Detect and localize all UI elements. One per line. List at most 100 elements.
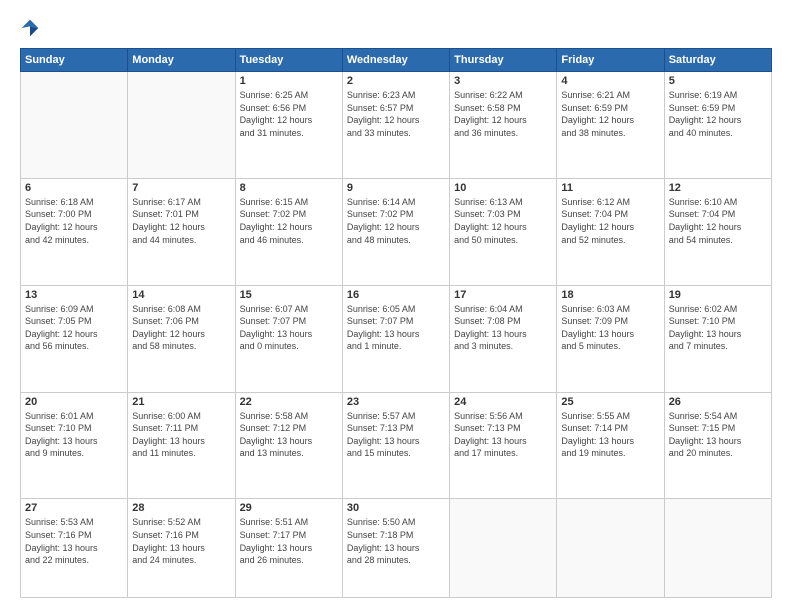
day-info: Sunrise: 5:55 AM Sunset: 7:14 PM Dayligh…	[561, 410, 659, 460]
day-info: Sunrise: 6:00 AM Sunset: 7:11 PM Dayligh…	[132, 410, 230, 460]
day-number: 25	[561, 396, 659, 408]
day-number: 16	[347, 289, 445, 301]
day-number: 2	[347, 75, 445, 87]
day-number: 18	[561, 289, 659, 301]
page: SundayMondayTuesdayWednesdayThursdayFrid…	[0, 0, 792, 612]
day-number: 30	[347, 502, 445, 514]
calendar-cell: 22 Sunrise: 5:58 AM Sunset: 7:12 PM Dayli…	[235, 392, 342, 499]
day-info: Sunrise: 5:57 AM Sunset: 7:13 PM Dayligh…	[347, 410, 445, 460]
logo	[20, 18, 44, 38]
day-info: Sunrise: 5:54 AM Sunset: 7:15 PM Dayligh…	[669, 410, 767, 460]
day-number: 17	[454, 289, 552, 301]
calendar-cell: 23Sunrise: 5:57 AM Sunset: 7:13 PM Dayli…	[342, 392, 449, 499]
day-number: 10	[454, 182, 552, 194]
calendar-cell: 30 Sunrise: 5:50 AM Sunset: 7:18 PM Dayli…	[342, 499, 449, 598]
day-info: Sunrise: 6:02 AM Sunset: 7:10 PM Dayligh…	[669, 303, 767, 353]
calendar-cell: 12 Sunrise: 6:10 AM Sunset: 7:04 PM Dayli…	[664, 178, 771, 285]
calendar-cell: 6 Sunrise: 6:18 AM Sunset: 7:00 PM Daylig…	[21, 178, 128, 285]
day-info: Sunrise: 6:01 AM Sunset: 7:10 PM Dayligh…	[25, 410, 123, 460]
calendar-cell: 2Sunrise: 6:23 AM Sunset: 6:57 PM Daylig…	[342, 72, 449, 179]
day-number: 14	[132, 289, 230, 301]
calendar-cell: 9 Sunrise: 6:14 AM Sunset: 7:02 PM Daylig…	[342, 178, 449, 285]
day-number: 20	[25, 396, 123, 408]
day-number: 19	[669, 289, 767, 301]
calendar-cell: 5 Sunrise: 6:19 AM Sunset: 6:59 PM Daylig…	[664, 72, 771, 179]
day-number: 5	[669, 75, 767, 87]
day-info: Sunrise: 6:17 AM Sunset: 7:01 PM Dayligh…	[132, 196, 230, 246]
day-number: 12	[669, 182, 767, 194]
day-number: 11	[561, 182, 659, 194]
logo-icon	[20, 18, 40, 38]
day-info: Sunrise: 5:51 AM Sunset: 7:17 PM Dayligh…	[240, 516, 338, 566]
day-number: 8	[240, 182, 338, 194]
day-info: Sunrise: 6:07 AM Sunset: 7:07 PM Dayligh…	[240, 303, 338, 353]
day-info: Sunrise: 6:18 AM Sunset: 7:00 PM Dayligh…	[25, 196, 123, 246]
calendar-cell	[664, 499, 771, 598]
day-info: Sunrise: 5:50 AM Sunset: 7:18 PM Dayligh…	[347, 516, 445, 566]
calendar-cell: 13 Sunrise: 6:09 AM Sunset: 7:05 PM Dayli…	[21, 285, 128, 392]
day-number: 27	[25, 502, 123, 514]
day-info: Sunrise: 6:15 AM Sunset: 7:02 PM Dayligh…	[240, 196, 338, 246]
day-info: Sunrise: 6:13 AM Sunset: 7:03 PM Dayligh…	[454, 196, 552, 246]
calendar-cell: 28Sunrise: 5:52 AM Sunset: 7:16 PM Dayli…	[128, 499, 235, 598]
day-number: 13	[25, 289, 123, 301]
day-number: 22	[240, 396, 338, 408]
week-row-2: 6 Sunrise: 6:18 AM Sunset: 7:00 PM Daylig…	[21, 178, 772, 285]
day-info: Sunrise: 6:04 AM Sunset: 7:08 PM Dayligh…	[454, 303, 552, 353]
day-info: Sunrise: 6:19 AM Sunset: 6:59 PM Dayligh…	[669, 89, 767, 139]
day-info: Sunrise: 6:08 AM Sunset: 7:06 PM Dayligh…	[132, 303, 230, 353]
weekday-thursday: Thursday	[450, 49, 557, 72]
calendar-cell: 19 Sunrise: 6:02 AM Sunset: 7:10 PM Dayli…	[664, 285, 771, 392]
calendar-cell	[21, 72, 128, 179]
calendar-cell	[128, 72, 235, 179]
day-number: 3	[454, 75, 552, 87]
weekday-tuesday: Tuesday	[235, 49, 342, 72]
day-info: Sunrise: 5:58 AM Sunset: 7:12 PM Dayligh…	[240, 410, 338, 460]
header	[20, 18, 772, 38]
day-number: 9	[347, 182, 445, 194]
weekday-monday: Monday	[128, 49, 235, 72]
day-info: Sunrise: 5:56 AM Sunset: 7:13 PM Dayligh…	[454, 410, 552, 460]
calendar-cell: 25 Sunrise: 5:55 AM Sunset: 7:14 PM Dayli…	[557, 392, 664, 499]
calendar-table: SundayMondayTuesdayWednesdayThursdayFrid…	[20, 48, 772, 598]
day-number: 4	[561, 75, 659, 87]
calendar-cell: 21 Sunrise: 6:00 AM Sunset: 7:11 PM Dayli…	[128, 392, 235, 499]
day-info: Sunrise: 6:05 AM Sunset: 7:07 PM Dayligh…	[347, 303, 445, 353]
calendar-cell: 3Sunrise: 6:22 AM Sunset: 6:58 PM Daylig…	[450, 72, 557, 179]
day-info: Sunrise: 6:12 AM Sunset: 7:04 PM Dayligh…	[561, 196, 659, 246]
calendar-cell: 18Sunrise: 6:03 AM Sunset: 7:09 PM Dayli…	[557, 285, 664, 392]
weekday-wednesday: Wednesday	[342, 49, 449, 72]
calendar-cell	[557, 499, 664, 598]
week-row-5: 27 Sunrise: 5:53 AM Sunset: 7:16 PM Dayli…	[21, 499, 772, 598]
day-info: Sunrise: 6:10 AM Sunset: 7:04 PM Dayligh…	[669, 196, 767, 246]
calendar-cell: 10 Sunrise: 6:13 AM Sunset: 7:03 PM Dayli…	[450, 178, 557, 285]
calendar-cell: 17 Sunrise: 6:04 AM Sunset: 7:08 PM Dayli…	[450, 285, 557, 392]
day-number: 7	[132, 182, 230, 194]
calendar-cell: 27 Sunrise: 5:53 AM Sunset: 7:16 PM Dayli…	[21, 499, 128, 598]
day-info: Sunrise: 6:14 AM Sunset: 7:02 PM Dayligh…	[347, 196, 445, 246]
day-info: Sunrise: 5:52 AM Sunset: 7:16 PM Dayligh…	[132, 516, 230, 566]
weekday-header-row: SundayMondayTuesdayWednesdayThursdayFrid…	[21, 49, 772, 72]
calendar-cell: 24 Sunrise: 5:56 AM Sunset: 7:13 PM Dayli…	[450, 392, 557, 499]
day-number: 26	[669, 396, 767, 408]
day-info: Sunrise: 6:25 AM Sunset: 6:56 PM Dayligh…	[240, 89, 338, 139]
week-row-1: 1 Sunrise: 6:25 AM Sunset: 6:56 PM Daylig…	[21, 72, 772, 179]
day-info: Sunrise: 5:53 AM Sunset: 7:16 PM Dayligh…	[25, 516, 123, 566]
week-row-4: 20 Sunrise: 6:01 AM Sunset: 7:10 PM Dayli…	[21, 392, 772, 499]
calendar-cell: 1 Sunrise: 6:25 AM Sunset: 6:56 PM Daylig…	[235, 72, 342, 179]
day-number: 6	[25, 182, 123, 194]
calendar-cell: 8 Sunrise: 6:15 AM Sunset: 7:02 PM Daylig…	[235, 178, 342, 285]
calendar-cell: 26 Sunrise: 5:54 AM Sunset: 7:15 PM Dayli…	[664, 392, 771, 499]
calendar-cell: 15Sunrise: 6:07 AM Sunset: 7:07 PM Dayli…	[235, 285, 342, 392]
day-info: Sunrise: 6:09 AM Sunset: 7:05 PM Dayligh…	[25, 303, 123, 353]
day-number: 29	[240, 502, 338, 514]
day-number: 1	[240, 75, 338, 87]
calendar-cell	[450, 499, 557, 598]
day-number: 21	[132, 396, 230, 408]
day-info: Sunrise: 6:21 AM Sunset: 6:59 PM Dayligh…	[561, 89, 659, 139]
weekday-sunday: Sunday	[21, 49, 128, 72]
calendar-cell: 20 Sunrise: 6:01 AM Sunset: 7:10 PM Dayli…	[21, 392, 128, 499]
weekday-friday: Friday	[557, 49, 664, 72]
calendar-cell: 11 Sunrise: 6:12 AM Sunset: 7:04 PM Dayli…	[557, 178, 664, 285]
day-number: 24	[454, 396, 552, 408]
